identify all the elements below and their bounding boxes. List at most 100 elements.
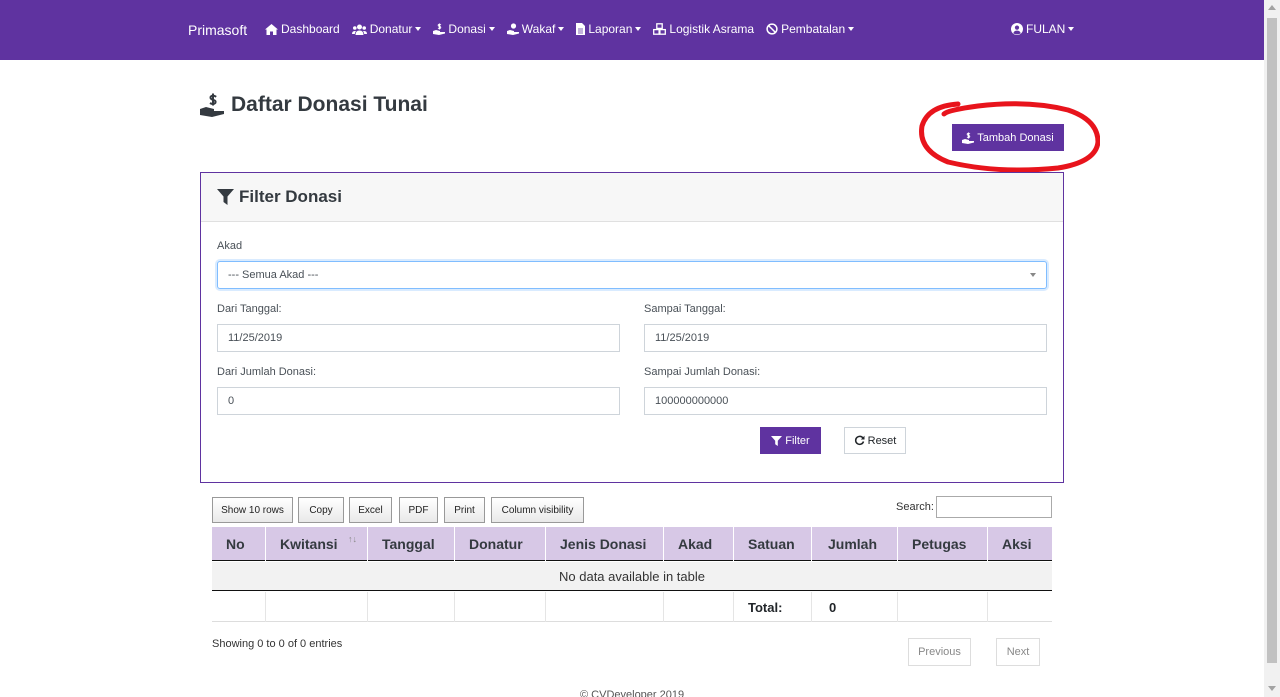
table-header: No Kwitansi ↑↓ Tanggal Donatur Jenis Don…: [212, 527, 1052, 561]
user-menu[interactable]: FULAN: [1011, 22, 1075, 36]
footer-cell: [455, 592, 546, 622]
filter-button-label: Filter: [785, 434, 810, 447]
sampai-tanggal-value: 11/25/2019: [655, 332, 710, 344]
sampai-jumlah-value: 100000000000: [655, 395, 729, 407]
reset-button[interactable]: Reset: [844, 427, 906, 454]
filter-icon: [217, 189, 234, 205]
table-empty-row: No data available in table: [212, 562, 1052, 591]
sampai-jumlah-input[interactable]: 100000000000: [644, 387, 1047, 415]
filter-button[interactable]: Filter: [760, 427, 821, 454]
sampai-tanggal-label: Sampai Tanggal:: [644, 303, 726, 315]
dari-jumlah-value: 0: [228, 395, 235, 407]
nav-laporan-label: Laporan: [588, 22, 633, 36]
chevron-down-icon: [848, 27, 855, 31]
column-visibility-button[interactable]: Column visibility: [491, 497, 584, 523]
total-value: 0: [812, 592, 898, 622]
brand-link[interactable]: Primasoft: [188, 22, 247, 38]
ban-icon: [766, 23, 778, 35]
column-header-satuan[interactable]: Satuan: [734, 527, 812, 561]
chevron-down-icon: [488, 27, 495, 31]
footer-cell: [664, 592, 734, 622]
scrollbar-thumb[interactable]: [1267, 18, 1277, 663]
home-icon: [265, 23, 278, 35]
chevron-down-icon: [558, 27, 565, 31]
column-header-petugas[interactable]: Petugas: [898, 527, 988, 561]
nav-donatur[interactable]: Donatur: [351, 22, 422, 36]
filter-card-title: Filter Donasi: [239, 187, 342, 206]
chevron-down-icon: [1030, 273, 1036, 277]
pdf-button[interactable]: PDF: [399, 497, 438, 523]
footer-cell: [368, 592, 455, 622]
filter-card-header: Filter Donasi: [201, 173, 1063, 222]
nav-dashboard-label: Dashboard: [281, 22, 340, 36]
show-rows-button[interactable]: Show 10 rows: [212, 497, 293, 523]
user-name: FULAN: [1026, 22, 1066, 36]
hand-holding-usd-icon: [200, 93, 224, 117]
page-title: Daftar Donasi Tunai: [200, 93, 428, 117]
search-input[interactable]: [936, 496, 1052, 518]
column-header-jumlah[interactable]: Jumlah: [812, 527, 898, 561]
hand-holding-usd-icon: [433, 23, 446, 35]
file-icon: [576, 23, 586, 35]
column-header-tanggal[interactable]: Tanggal: [368, 527, 455, 561]
sampai-jumlah-label: Sampai Jumlah Donasi:: [644, 366, 761, 378]
dari-jumlah-label: Dari Jumlah Donasi:: [217, 366, 317, 378]
nav-donasi-label: Donasi: [448, 22, 486, 36]
column-header-jenis-donasi[interactable]: Jenis Donasi: [546, 527, 664, 561]
user-circle-icon: [1011, 23, 1023, 35]
akad-label: Akad: [217, 240, 243, 252]
scroll-down-arrow-icon[interactable]: [1268, 686, 1276, 691]
nav-donasi[interactable]: Donasi: [433, 22, 495, 36]
nav-logistik-label: Logistik Asrama: [669, 22, 755, 36]
nav-pembatalan-label: Pembatalan: [781, 22, 846, 36]
nav-donatur-label: Donatur: [369, 22, 413, 36]
nav-wakaf-label: Wakaf: [521, 22, 556, 36]
next-page-button[interactable]: Next: [996, 638, 1040, 666]
dari-jumlah-input[interactable]: 0: [217, 387, 620, 415]
chevron-down-icon: [635, 27, 642, 31]
column-header-aksi[interactable]: Aksi: [988, 527, 1052, 561]
sampai-tanggal-input[interactable]: 11/25/2019: [644, 324, 1047, 352]
footer-cell: [212, 592, 266, 622]
page-title-text: Daftar Donasi Tunai: [231, 93, 428, 116]
filter-card: Filter Donasi Akad --- Semua Akad --- Da…: [200, 172, 1064, 483]
reset-button-label: Reset: [867, 434, 897, 447]
filter-icon: [771, 435, 783, 446]
column-header-kwitansi[interactable]: Kwitansi ↑↓: [266, 527, 368, 561]
scrollbar[interactable]: [1264, 0, 1280, 697]
nav-pembatalan[interactable]: Pembatalan: [766, 22, 855, 36]
total-label: Total:: [734, 592, 812, 622]
table-footer-row: Total: 0: [212, 592, 1052, 622]
dari-tanggal-input[interactable]: 11/25/2019: [217, 324, 620, 352]
nav-menu: Dashboard Donatur Donasi Wakaf Laporan L…: [265, 22, 866, 36]
nav-dashboard[interactable]: Dashboard: [265, 22, 340, 36]
refresh-icon: [854, 435, 865, 446]
column-header-no[interactable]: No: [212, 527, 266, 561]
column-header-donatur[interactable]: Donatur: [455, 527, 546, 561]
excel-button[interactable]: Excel: [349, 497, 392, 523]
footer-cell: [898, 592, 988, 622]
dari-tanggal-value: 11/25/2019: [228, 332, 283, 344]
footer-cell: [988, 592, 1052, 622]
footer-cell: [546, 592, 664, 622]
chevron-down-icon: [415, 27, 422, 31]
footer-cell: [266, 592, 368, 622]
column-header-akad[interactable]: Akad: [664, 527, 734, 561]
nav-laporan[interactable]: Laporan: [576, 22, 642, 36]
nav-wakaf[interactable]: Wakaf: [506, 22, 565, 36]
print-button[interactable]: Print: [444, 497, 485, 523]
dari-tanggal-label: Dari Tanggal:: [217, 303, 282, 315]
chevron-down-icon: [1068, 27, 1075, 31]
empty-table-message: No data available in table: [559, 568, 705, 584]
cubes-icon: [653, 23, 667, 35]
previous-page-button[interactable]: Previous: [908, 638, 971, 666]
copy-button[interactable]: Copy: [298, 497, 344, 523]
akad-select-value: --- Semua Akad ---: [228, 269, 319, 281]
annotation-circle: [919, 101, 1100, 172]
search-label: Search:: [896, 501, 934, 513]
akad-select[interactable]: --- Semua Akad ---: [217, 261, 1047, 289]
page-footer: © CVDeveloper 2019: [580, 689, 685, 697]
scroll-up-arrow-icon[interactable]: [1268, 5, 1276, 10]
users-icon: [351, 24, 367, 35]
nav-logistik-asrama[interactable]: Logistik Asrama: [653, 22, 754, 36]
